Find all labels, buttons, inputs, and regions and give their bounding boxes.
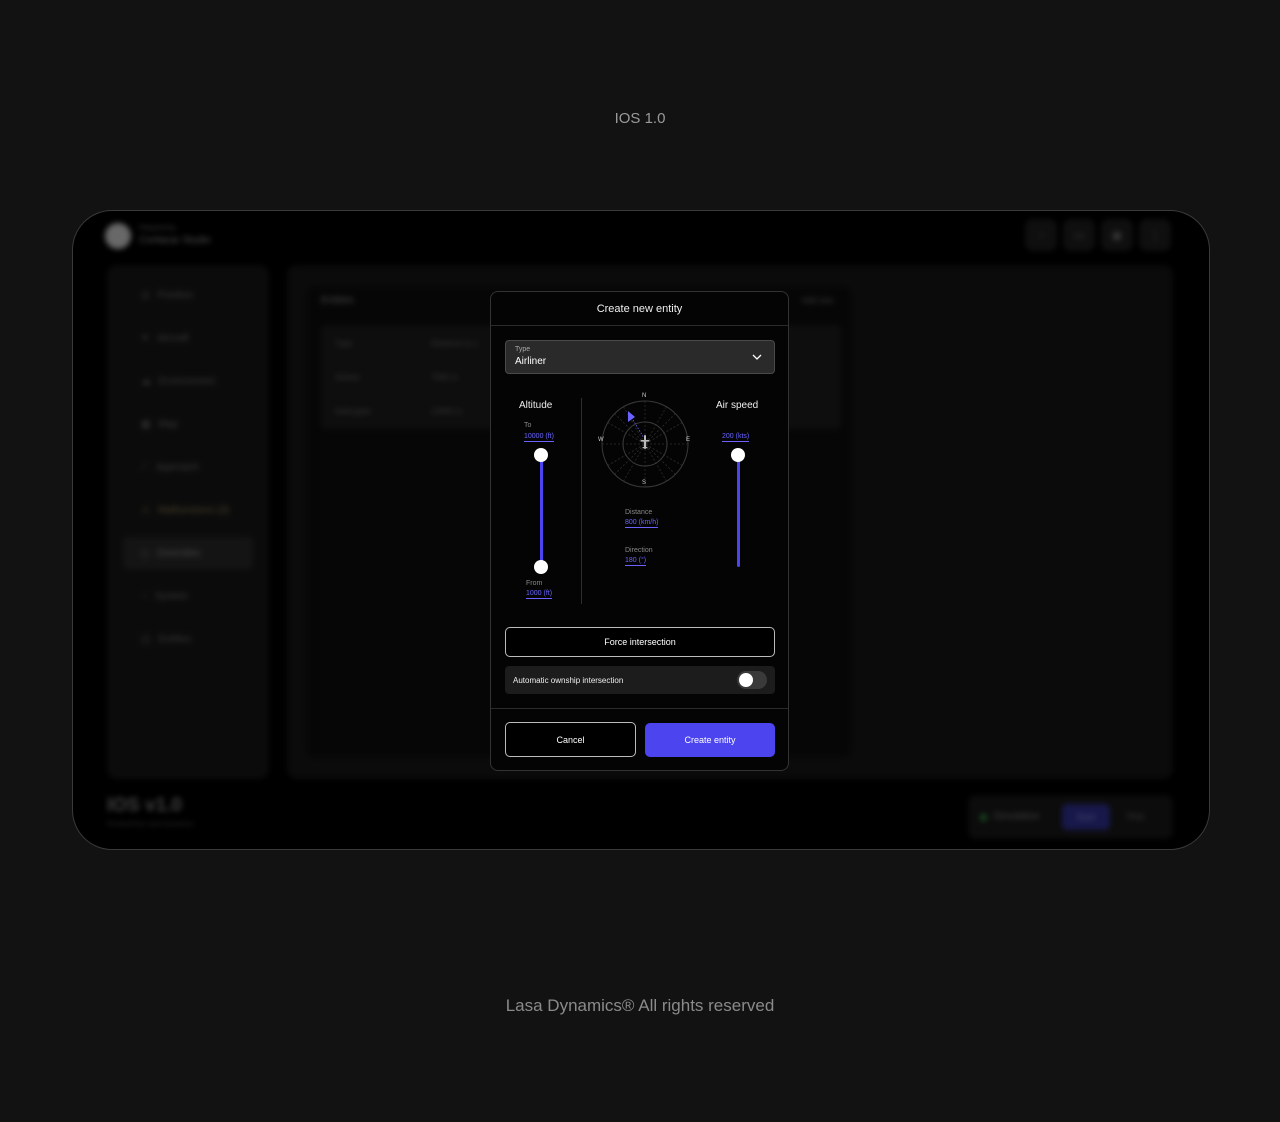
video-icon[interactable]: ▣ <box>1101 219 1133 251</box>
plane-icon: ✈ <box>141 332 150 344</box>
auto-intersection-label: Automatic ownship intersection <box>513 676 624 685</box>
divider <box>491 708 788 709</box>
compass-east: E <box>686 437 691 443</box>
sidebar: ◎ Position ✈ Aircraft ☁ Environment ▦ Map ⟋ A… <box>107 265 269 779</box>
panel-title: Entities <box>321 295 354 306</box>
altitude-label: Altitude <box>519 400 553 411</box>
add-new-button[interactable]: Add new <box>802 296 833 305</box>
direction-label: Direction <box>625 547 653 554</box>
airspeed-label: Air speed <box>716 400 759 411</box>
compass-south: S <box>642 480 647 486</box>
sidebar-item-overrides[interactable]: ◇ Overrides <box>123 537 253 569</box>
type-value: Airliner <box>515 356 547 367</box>
compass-radar[interactable] <box>597 396 693 492</box>
footer-copyright: Lasa Dynamics® All rights reserved <box>505 996 775 1015</box>
altitude-to-label: To <box>524 422 532 429</box>
entities-icon: ◫ <box>141 633 151 645</box>
altitude-to-handle[interactable] <box>534 448 548 462</box>
stop-button[interactable]: Stop <box>1126 811 1145 821</box>
table-header: Type Distance to o <box>335 339 478 348</box>
airspeed-handle[interactable] <box>731 448 745 462</box>
toggle-knob <box>739 673 753 687</box>
brand-name: Coritacar Studio <box>139 235 211 246</box>
compass-west: W <box>598 437 604 443</box>
map-icon: ▦ <box>141 418 151 430</box>
override-icon: ◇ <box>141 547 149 559</box>
sidebar-item-aircraft[interactable]: ✈ Aircraft <box>123 322 253 354</box>
table-row[interactable]: Helicopter 12000 m <box>335 407 462 416</box>
entity-marker-icon[interactable] <box>628 411 635 422</box>
altitude-from-handle[interactable] <box>534 560 548 574</box>
cancel-button[interactable]: Cancel <box>505 722 636 757</box>
product-name: IOS v1.0 <box>107 795 182 816</box>
type-select[interactable]: Type Airliner <box>505 340 775 374</box>
sidebar-item-map[interactable]: ▦ Map <box>123 408 253 440</box>
airspeed-value[interactable]: 200 (kts) <box>722 433 750 442</box>
auto-intersection-row: Automatic ownship intersection <box>505 666 775 694</box>
altitude-to-value[interactable]: 10000 (ft) <box>524 433 554 442</box>
altitude-range-track[interactable] <box>540 455 543 567</box>
altitude-from-label: From <box>526 580 543 587</box>
status-dot <box>980 814 987 821</box>
force-intersection-button[interactable]: Force intersection <box>505 627 775 657</box>
warning-icon: ⚠ <box>141 504 150 516</box>
dialog-title: Create new entity <box>596 303 683 315</box>
cloud-icon: ☁ <box>141 375 151 387</box>
sidebar-item-approach[interactable]: ⟋ Approach <box>123 451 253 483</box>
table-row[interactable]: Airliner 7500 m <box>335 373 458 382</box>
simulation-control: Simulation Start Stop <box>968 795 1173 839</box>
create-entity-button[interactable]: Create entity <box>645 723 775 757</box>
create-entity-dialog: Create new entity Type Airliner Altitude… <box>490 291 789 771</box>
distance-label: Distance <box>625 509 653 516</box>
sidebar-item-position[interactable]: ◎ Position <box>123 279 253 311</box>
simulation-label: Simulation <box>993 811 1040 822</box>
sidebar-item-entities[interactable]: ◫ Entities <box>123 623 253 655</box>
page-title: IOS 1.0 <box>614 110 666 127</box>
more-icon[interactable]: ⋮ <box>1139 219 1171 251</box>
brand-caption: Powered by <box>139 225 176 232</box>
device-frame: Powered by Coritacar Studio ◌ ▭ ▣ ⋮ ◎ Pos… <box>72 210 1210 850</box>
bell-icon[interactable]: ◌ <box>1025 219 1057 251</box>
chevron-down-icon <box>752 354 762 360</box>
sidebar-item-malfunctions[interactable]: ⚠ Malfunctions (3) <box>123 494 253 526</box>
distance-value[interactable]: 800 (km/h) <box>625 519 659 528</box>
section-divider <box>581 398 582 604</box>
approach-icon: ⟋ <box>141 461 148 473</box>
sidebar-item-system[interactable]: ◔ System <box>123 580 253 612</box>
altitude-from-value[interactable]: 1000 (ft) <box>526 590 553 599</box>
system-icon: ◔ <box>141 590 148 602</box>
camera-icon[interactable]: ▭ <box>1063 219 1095 251</box>
powered-by: Powered by Lasa Dynamics <box>107 821 194 828</box>
compass-north: N <box>642 393 647 399</box>
auto-intersection-toggle[interactable] <box>737 671 767 689</box>
type-label: Type <box>515 346 531 353</box>
sidebar-item-environment[interactable]: ☁ Environment <box>123 365 253 397</box>
start-button[interactable]: Start <box>1062 804 1110 830</box>
ownship-plane-icon <box>640 435 650 449</box>
logo-icon <box>105 223 131 249</box>
airspeed-track[interactable] <box>737 455 740 567</box>
direction-value[interactable]: 180 (°) <box>625 557 647 566</box>
divider <box>491 325 788 326</box>
target-icon: ◎ <box>141 289 150 301</box>
